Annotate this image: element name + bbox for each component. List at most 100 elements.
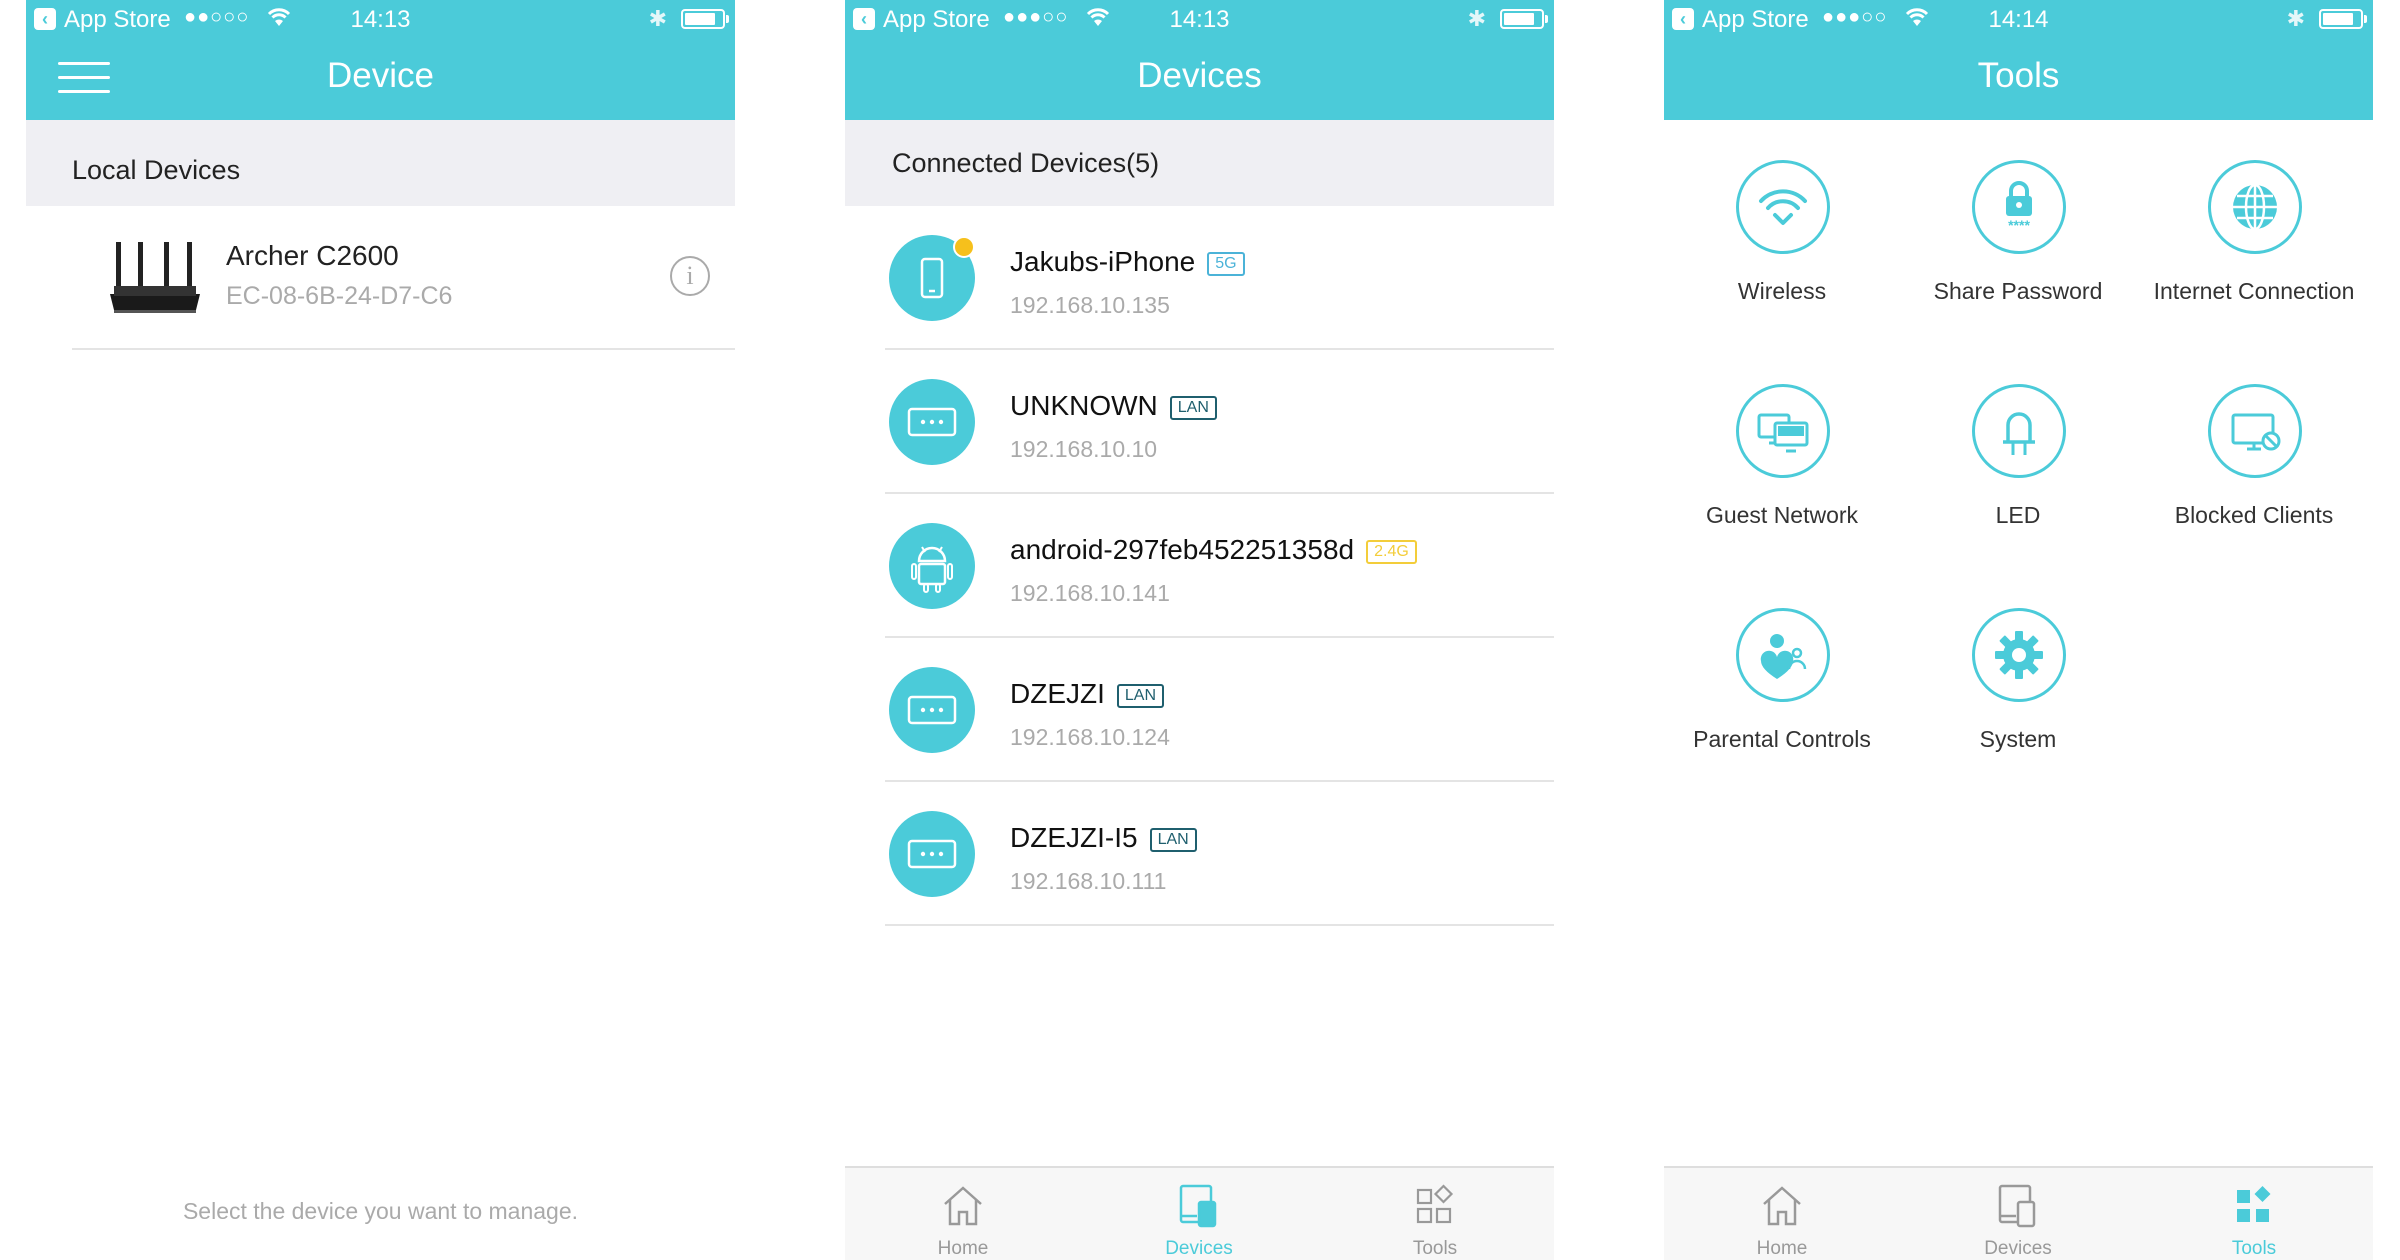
- status-time: 14:13: [350, 6, 411, 33]
- device-ip: 192.168.10.111: [1010, 868, 1167, 894]
- tool-label: Blocked Clients: [2174, 502, 2334, 528]
- status-bar: ‹ App Store ●●●○○ 14:14 ✱: [1664, 0, 2373, 40]
- tab-home[interactable]: Home: [1664, 1168, 1900, 1260]
- tool-label: LED: [1995, 502, 2041, 528]
- lock-icon: ****: [1972, 160, 2066, 254]
- device-ip: 192.168.10.124: [1010, 724, 1170, 750]
- wifi-icon: [1736, 160, 1830, 254]
- tool-label: Parental Controls: [1693, 726, 1871, 752]
- tool-label: Internet Connection: [2153, 278, 2355, 304]
- select-hint: Select the device you want to manage.: [182, 1198, 579, 1224]
- tool-label: Wireless: [1737, 278, 1827, 304]
- device-name-line: DZEJZI-I5 LAN: [1010, 822, 1197, 854]
- device-row[interactable]: DZEJZI LAN 192.168.10.124: [845, 638, 1554, 782]
- tab-label: Tools: [1412, 1238, 1458, 1259]
- tab-label: Devices: [1984, 1238, 2052, 1259]
- android-icon: [889, 523, 975, 609]
- tool-wireless[interactable]: Wireless: [1664, 120, 1900, 330]
- devices-icon: [1179, 1184, 1217, 1228]
- tool-label: Guest Network: [1705, 502, 1859, 528]
- tool-blocked-clients[interactable]: Blocked Clients: [2136, 344, 2372, 554]
- blocked-monitor-icon: [2208, 384, 2302, 478]
- header-bar: ‹ App Store ●●○○○ 14:13 ✱ Device: [26, 0, 735, 120]
- device-row[interactable]: UNKNOWN LAN 192.168.10.10: [845, 350, 1554, 494]
- info-icon[interactable]: i: [670, 256, 710, 296]
- band-tag: LAN: [1116, 684, 1165, 708]
- device-ip: 192.168.10.135: [1010, 292, 1170, 318]
- battery-icon: [1500, 9, 1548, 29]
- band-tag: LAN: [1149, 828, 1197, 852]
- device-list: Jakubs-iPhone 5G 192.168.10.135 UNKNOWN LA…: [845, 206, 1554, 926]
- bluetooth-icon: ✱: [648, 6, 667, 31]
- device-row[interactable]: DZEJZI-I5 LAN 192.168.10.111: [845, 782, 1554, 926]
- svg-text:****: ****: [2008, 217, 2030, 233]
- band-tag: 5G: [1207, 252, 1245, 276]
- device-ip: 192.168.10.141: [1010, 580, 1170, 606]
- parental-icon: [1736, 608, 1830, 702]
- tab-label: Home: [1756, 1238, 1808, 1259]
- status-time: 14:13: [1169, 6, 1230, 33]
- phone-icon: [889, 235, 975, 321]
- tool-share-password[interactable]: **** Share Password: [1900, 120, 2136, 330]
- devices-icon: [1998, 1184, 2036, 1228]
- bluetooth-icon: ✱: [2286, 6, 2305, 31]
- device-name: Jakubs-iPhone: [1010, 246, 1196, 277]
- device-mac: EC-08-6B-24-D7-C6: [226, 282, 453, 310]
- device-row[interactable]: Jakubs-iPhone 5G 192.168.10.135: [845, 206, 1554, 350]
- gear-icon: [1972, 608, 2066, 702]
- tool-label: System: [1979, 726, 2057, 752]
- tool-guest-network[interactable]: Guest Network: [1664, 344, 1900, 554]
- device-screen: ‹ App Store ●●○○○ 14:13 ✱ Device Local D…: [26, 0, 735, 1260]
- tool-led[interactable]: LED: [1900, 344, 2136, 554]
- device-name: UNKNOWN: [1010, 390, 1158, 421]
- tools-icon: [1416, 1184, 1454, 1224]
- tool-label: Share Password: [1933, 278, 2103, 304]
- generic-device-icon: [889, 811, 975, 897]
- device-name: Archer C2600: [226, 240, 399, 271]
- tool-system[interactable]: System: [1900, 568, 2136, 778]
- header-bar: ‹ App Store ●●●○○ 14:13 ✱ Devices: [845, 0, 1554, 120]
- device-row[interactable]: android-297feb452251358d 2.4G 192.168.10.…: [845, 494, 1554, 638]
- device-name: DZEJZI-I5: [1010, 822, 1138, 853]
- home-icon: [944, 1186, 982, 1226]
- tab-tools[interactable]: Tools: [2136, 1168, 2372, 1260]
- led-icon: [1972, 384, 2066, 478]
- battery-icon: [2319, 9, 2367, 29]
- bluetooth-icon: ✱: [1467, 6, 1486, 31]
- generic-device-icon: [889, 667, 975, 753]
- battery-icon: [681, 9, 729, 29]
- page-title: Devices: [1137, 56, 1262, 95]
- globe-icon: [2208, 160, 2302, 254]
- guest-network-icon: [1736, 384, 1830, 478]
- device-name-line: Jakubs-iPhone 5G: [1010, 246, 1245, 278]
- device-name: android-297feb452251358d: [1010, 534, 1355, 565]
- device-name-line: android-297feb452251358d 2.4G: [1010, 534, 1417, 566]
- tab-devices[interactable]: Devices: [1081, 1168, 1317, 1260]
- device-name: DZEJZI: [1010, 678, 1105, 709]
- status-time: 14:14: [1988, 6, 2049, 33]
- section-header: Local Devices: [26, 120, 735, 206]
- generic-device-icon: [889, 379, 975, 465]
- update-badge-icon: [953, 236, 975, 258]
- tool-internet-connection[interactable]: Internet Connection: [2136, 120, 2372, 330]
- page-title: Device: [327, 56, 434, 95]
- band-tag: 2.4G: [1366, 540, 1417, 564]
- local-device-item[interactable]: Archer C2600 EC-08-6B-24-D7-C6 i: [72, 206, 735, 350]
- divider: [885, 924, 1554, 926]
- device-name-line: UNKNOWN LAN: [1010, 390, 1217, 422]
- home-icon: [1763, 1186, 1801, 1226]
- device-ip: 192.168.10.10: [1010, 436, 1158, 462]
- header-bar: ‹ App Store ●●●○○ 14:14 ✱ Tools: [1664, 0, 2373, 120]
- tab-home[interactable]: Home: [845, 1168, 1081, 1260]
- tab-label: Tools: [2231, 1238, 2277, 1259]
- band-tag: LAN: [1169, 396, 1217, 420]
- tab-tools[interactable]: Tools: [1317, 1168, 1553, 1260]
- router-icon: [110, 242, 200, 319]
- tab-bar: Home Devices Tools: [845, 1166, 1554, 1260]
- status-bar: ‹ App Store ●●●○○ 14:13 ✱: [845, 0, 1554, 40]
- tool-parental-controls[interactable]: Parental Controls: [1664, 568, 1900, 778]
- devices-screen: ‹ App Store ●●●○○ 14:13 ✱ Devices Connec…: [845, 0, 1554, 1260]
- tab-devices[interactable]: Devices: [1900, 1168, 2136, 1260]
- page-title: Tools: [1977, 56, 2060, 95]
- tab-bar: Home Devices Tools: [1664, 1166, 2373, 1260]
